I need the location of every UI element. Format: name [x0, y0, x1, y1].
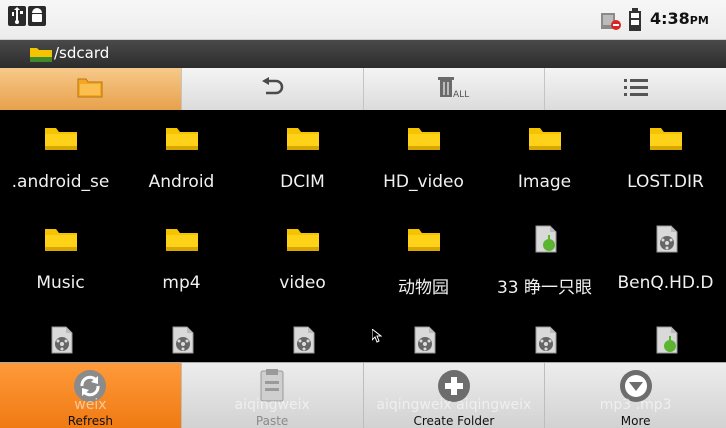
folder-icon [649, 124, 683, 152]
current-path: /sdcard [54, 44, 110, 62]
background-text: weix [74, 397, 107, 413]
folder-icon [44, 124, 78, 152]
back-button[interactable] [182, 68, 364, 110]
create-folder-button[interactable]: aiqingweix aiqingweix Create Folder [364, 363, 546, 428]
battery-icon [628, 8, 642, 32]
path-bar: /sdcard [0, 40, 726, 68]
file-item[interactable] [242, 312, 363, 362]
video-file-icon [407, 326, 441, 354]
folder-icon [528, 124, 562, 152]
file-item[interactable] [0, 312, 121, 362]
clock: 4:38PM [650, 9, 709, 28]
android-debug-icon [28, 6, 46, 26]
item-label: Music [36, 273, 85, 293]
folder-item[interactable]: 动物园 [363, 211, 484, 311]
background-text: aiqingweix aiqingweix [376, 397, 532, 413]
item-label: video [279, 273, 326, 293]
item-label: DCIM [280, 172, 325, 192]
audio-file-icon [649, 326, 683, 354]
list-view-icon [623, 77, 649, 101]
folder-item[interactable]: Image [484, 110, 605, 210]
folder-icon [407, 225, 441, 253]
folder-icon [44, 225, 78, 253]
folder-item[interactable]: DCIM [242, 110, 363, 210]
background-text: aiqingweix [234, 397, 310, 413]
video-file-icon [649, 225, 683, 253]
item-label: LOST.DIR [627, 172, 704, 192]
options-menu: weix Refresh aiqingweix Paste aiqingweix… [0, 362, 726, 428]
file-item[interactable] [121, 312, 242, 362]
folder-item[interactable]: video [242, 211, 363, 311]
refresh-label: Refresh [67, 414, 114, 428]
item-label: Image [517, 172, 572, 192]
delete-all-button[interactable]: ALL [364, 68, 546, 110]
folder-up-button[interactable] [0, 68, 182, 110]
item-label: .android_se [11, 172, 110, 192]
item-label: HD_video [383, 172, 464, 192]
file-item[interactable] [484, 312, 605, 362]
item-label: BenQ.HD.D [617, 273, 714, 293]
folder-item[interactable]: Android [121, 110, 242, 210]
video-file-icon [44, 326, 78, 354]
paste-label: Paste [255, 414, 289, 428]
folder-icon [30, 46, 52, 62]
paste-button[interactable]: aiqingweix Paste [182, 363, 364, 428]
list-view-button[interactable] [545, 68, 726, 110]
folder-icon [165, 124, 199, 152]
trash-all-icon: ALL [437, 75, 471, 103]
file-grid: .android_se Android DCIM HD_video Image LOST.… [0, 110, 726, 362]
folder-item[interactable]: Music [0, 211, 121, 311]
video-file-icon [528, 326, 562, 354]
folder-up-icon [77, 76, 103, 102]
clock-time: 4:38 [650, 9, 690, 28]
folder-item[interactable]: LOST.DIR [605, 110, 726, 210]
file-item[interactable]: BenQ.HD.D [605, 211, 726, 311]
refresh-button[interactable]: weix Refresh [0, 363, 182, 428]
item-label: 动物园 [398, 278, 449, 298]
more-button[interactable]: mp3 .mp3 More [545, 363, 726, 428]
status-bar: 4:38PM [0, 0, 726, 40]
mouse-cursor-icon [371, 327, 383, 343]
create-folder-label: Create Folder [413, 414, 495, 428]
more-label: More [620, 414, 651, 428]
folder-icon [165, 225, 199, 253]
item-label: Android [148, 172, 215, 192]
toolbar: ALL [0, 68, 726, 110]
item-label: mp4 [162, 273, 201, 293]
folder-icon [407, 124, 441, 152]
folder-item[interactable]: mp4 [121, 211, 242, 311]
folder-item[interactable]: .android_se [0, 110, 121, 210]
video-file-icon [286, 326, 320, 354]
folder-icon [286, 225, 320, 253]
clock-ampm: PM [689, 14, 709, 27]
trash-all-text: ALL [453, 90, 469, 99]
back-arrow-icon [260, 77, 284, 101]
background-text: mp3 .mp3 [599, 397, 672, 413]
video-file-icon [165, 326, 199, 354]
folder-icon [286, 124, 320, 152]
audio-file-icon [528, 225, 562, 253]
item-label: 33 睁一只眼 [496, 278, 593, 298]
file-item[interactable]: 33 睁一只眼 [484, 211, 605, 311]
folder-item[interactable]: HD_video [363, 110, 484, 210]
file-item[interactable] [605, 312, 726, 362]
no-sim-icon [600, 11, 622, 31]
usb-icon [8, 6, 26, 26]
